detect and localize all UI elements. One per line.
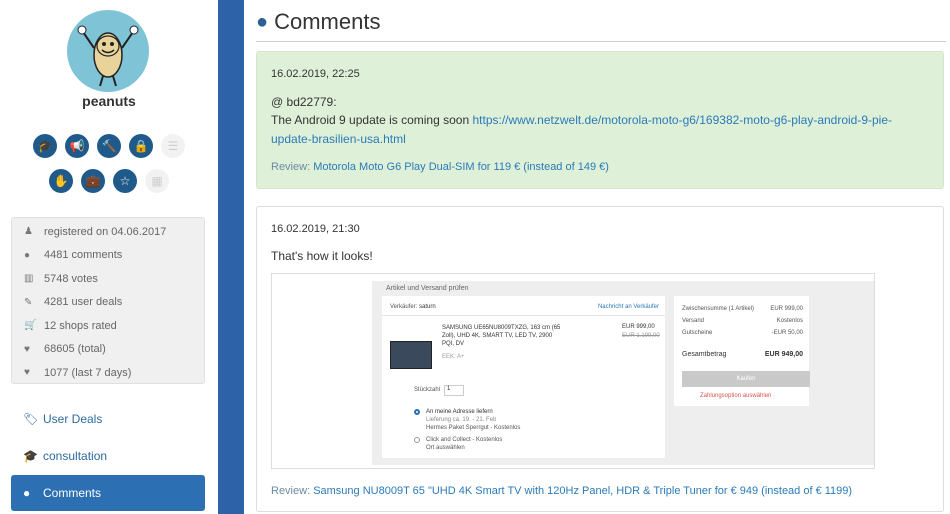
username: peanuts bbox=[82, 93, 136, 109]
badges-row-1: 🎓 📢 🔨 🔒 ☰ bbox=[0, 134, 218, 158]
subtotal-label: Zwischensumme (1 Artikel) bbox=[682, 306, 755, 312]
ship-option-1-detail: Hermes Paket Sperrgut - Kostenlos bbox=[426, 425, 521, 431]
comment-body: The Android 9 update is coming soon http… bbox=[271, 113, 893, 146]
pencil-icon: ✎ bbox=[24, 296, 33, 308]
comment-body: That's how it looks! bbox=[271, 249, 373, 263]
user-icon: ♟ bbox=[24, 226, 33, 238]
cart-icon: 🛒 bbox=[24, 320, 37, 332]
nav-comments[interactable]: ● Comments bbox=[11, 475, 205, 511]
embedded-screenshot[interactable]: Artikel und Versand prüfen Verkäufer: sa… bbox=[271, 273, 875, 469]
energy-label: EEK: A+ bbox=[442, 354, 465, 360]
tag-icon: 🏷 bbox=[23, 412, 39, 426]
comment-timestamp: 16.02.2019, 22:25 bbox=[271, 68, 360, 80]
comment-mention: @ bd22779: bbox=[271, 95, 337, 109]
bar-chart-icon: ▥ bbox=[24, 273, 34, 285]
peanut-mascot-icon bbox=[77, 25, 139, 87]
comment-card: 16.02.2019, 21:30 That's how it looks! A… bbox=[256, 206, 944, 512]
payment-note: Zahlungsoption auswählen bbox=[700, 393, 772, 399]
comment-card: 16.02.2019, 22:25 @ bd22779: The Android… bbox=[256, 51, 944, 189]
sidebar: peanuts 🎓 📢 🔨 🔒 ☰ ✋ 💼 ☆ ▦ ♟ registered on… bbox=[0, 0, 218, 514]
comment-icon: ● bbox=[24, 249, 31, 261]
comment-icon: ● bbox=[23, 486, 31, 500]
list-icon[interactable]: ☰ bbox=[161, 134, 185, 158]
stat-votes: ▥ 5748 votes bbox=[24, 272, 98, 285]
ship-option-1: An meine Adresse liefern bbox=[426, 409, 493, 415]
ship-option-2-detail: Ort auswählen bbox=[426, 445, 465, 451]
graduation-cap-icon[interactable]: 🎓 bbox=[33, 134, 57, 158]
avatar[interactable] bbox=[67, 10, 149, 92]
product-price: EUR 999,00 bbox=[622, 324, 655, 330]
page-title: ● Comments bbox=[256, 9, 381, 34]
building-icon[interactable]: ▦ bbox=[145, 169, 169, 193]
comment-icon: ● bbox=[256, 10, 269, 33]
radio-ship-home bbox=[414, 409, 420, 415]
review-link[interactable]: Motorola Moto G6 Play Dual-SIM for 119 €… bbox=[313, 161, 609, 173]
bullhorn-icon[interactable]: 📢 bbox=[65, 134, 89, 158]
heartbeat-icon: ♥ bbox=[24, 367, 30, 379]
voucher-value: -EUR 50,00 bbox=[771, 330, 803, 336]
stat-last-7-days: ♥ 1077 (last 7 days) bbox=[24, 366, 132, 379]
radio-click-collect bbox=[414, 437, 420, 443]
main-content: ● Comments 16.02.2019, 22:25 @ bd22779: … bbox=[256, 0, 946, 514]
product-title: SAMSUNG UE65NU8009TXZG, 163 cm (65 Zoll)… bbox=[442, 325, 561, 347]
buy-button: Kaufen bbox=[682, 371, 810, 387]
qty-select: 1 bbox=[444, 385, 464, 396]
checkout-item-panel: Verkäufer: saturn Nachricht an Verkäufer… bbox=[382, 296, 665, 458]
comment-review: Review: Samsung NU8009T 65 "UHD 4K Smart… bbox=[271, 485, 853, 497]
badges-row-2: ✋ 💼 ☆ ▦ bbox=[0, 169, 218, 193]
seller-message-link: Nachricht an Verkäufer bbox=[597, 304, 659, 310]
qty-label: Stückzahl bbox=[414, 387, 441, 393]
stat-shops-rated: 🛒 12 shops rated bbox=[24, 319, 117, 332]
subtotal-value: EUR 999,00 bbox=[770, 306, 803, 312]
ship-option-1-detail: Lieferung ca. 19. - 21. Feb bbox=[426, 417, 497, 423]
comment-review: Review: Motorola Moto G6 Play Dual-SIM f… bbox=[271, 161, 609, 173]
ship-option-2: Click and Collect - Kostenlos bbox=[426, 437, 503, 443]
stat-total: ♥ 68605 (total) bbox=[24, 343, 106, 356]
review-link[interactable]: Samsung NU8009T 65 "UHD 4K Smart TV with… bbox=[313, 485, 852, 497]
gavel-icon[interactable]: 🔨 bbox=[97, 134, 121, 158]
star-icon[interactable]: ☆ bbox=[113, 169, 137, 193]
total-value: EUR 949,00 bbox=[764, 351, 803, 358]
shipping-label: Versand bbox=[682, 318, 705, 324]
lock-icon[interactable]: 🔒 bbox=[129, 134, 153, 158]
graduation-cap-icon: 🎓 bbox=[23, 449, 38, 463]
checkout-title: Artikel und Versand prüfen bbox=[386, 285, 469, 292]
nav-user-deals[interactable]: 🏷 User Deals bbox=[11, 401, 205, 437]
sidebar-divider bbox=[218, 0, 244, 514]
seller-row: Verkäufer: saturn bbox=[390, 304, 436, 310]
checkout-screenshot: Artikel und Versand prüfen Verkäufer: sa… bbox=[372, 281, 874, 465]
heartbeat-icon: ♥ bbox=[24, 343, 30, 355]
tv-thumbnail bbox=[390, 341, 432, 369]
divider bbox=[382, 315, 665, 316]
total-label: Gesamtbetrag bbox=[682, 351, 727, 358]
user-stats-panel: ♟ registered on 04.06.2017 ● 4481 comments… bbox=[11, 217, 205, 384]
checkout-summary-panel: Zwischensumme (1 Artikel) EUR 999,00 Ver… bbox=[674, 296, 810, 406]
stat-comments: ● 4481 comments bbox=[24, 249, 123, 262]
title-divider bbox=[256, 41, 946, 42]
nav-consultation[interactable]: 🎓 consultation bbox=[11, 438, 205, 474]
product-old-price: EUR 1.199,00 bbox=[622, 333, 660, 339]
comment-timestamp: 16.02.2019, 21:30 bbox=[271, 223, 360, 235]
voucher-label: Gutscheine bbox=[682, 330, 713, 336]
hand-icon[interactable]: ✋ bbox=[49, 169, 73, 193]
stat-registered: ♟ registered on 04.06.2017 bbox=[24, 225, 167, 238]
stat-user-deals: ✎ 4281 user deals bbox=[24, 296, 123, 309]
suitcase-icon[interactable]: 💼 bbox=[81, 169, 105, 193]
shipping-value: Kostenlos bbox=[776, 318, 803, 324]
